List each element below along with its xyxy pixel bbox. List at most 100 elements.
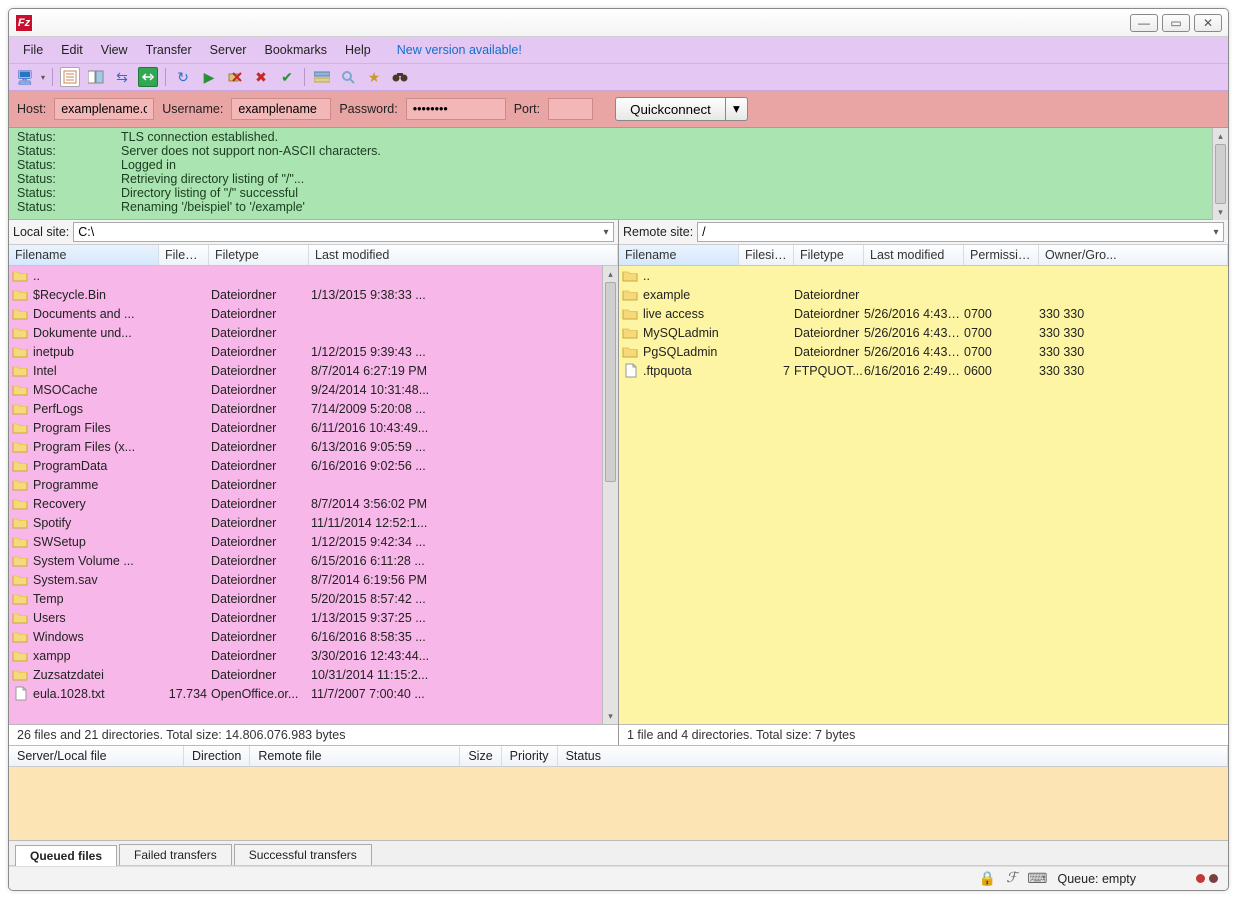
list-item[interactable]: RecoveryDateiordner8/7/2014 3:56:02 PM xyxy=(9,494,602,513)
local-scrollbar[interactable]: ▴▾ xyxy=(602,266,618,724)
remote-col-filesize[interactable]: Filesize xyxy=(739,245,794,265)
local-summary: 26 files and 21 directories. Total size:… xyxy=(9,724,618,745)
list-item[interactable]: MySQLadminDateiordner5/26/2016 4:43:...0… xyxy=(619,323,1228,342)
list-item[interactable]: inetpubDateiordner1/12/2015 9:39:43 ... xyxy=(9,342,602,361)
queue-col-remote[interactable]: Remote file xyxy=(250,746,460,766)
tab-successful[interactable]: Successful transfers xyxy=(234,844,372,865)
list-item[interactable]: Program Files (x...Dateiordner6/13/2016 … xyxy=(9,437,602,456)
list-item[interactable]: IntelDateiordner8/7/2014 6:27:19 PM xyxy=(9,361,602,380)
statusbar: 🔒 ℱ ⌨ Queue: empty xyxy=(9,866,1228,890)
queue-area[interactable] xyxy=(9,767,1228,840)
list-item[interactable]: Documents and ...Dateiordner xyxy=(9,304,602,323)
activity-light-icon xyxy=(1209,874,1218,883)
site-manager-icon[interactable]: 🖥 xyxy=(15,67,35,87)
filter-icon[interactable] xyxy=(312,67,332,87)
tab-queued[interactable]: Queued files xyxy=(15,845,117,866)
queue-col-server[interactable]: Server/Local file xyxy=(9,746,184,766)
list-item[interactable]: .ftpquota7FTPQUOT...6/16/2016 2:49:...06… xyxy=(619,361,1228,380)
remote-file-list[interactable]: ..exampleDateiordnerlive accessDateiordn… xyxy=(619,266,1228,724)
list-item[interactable]: xamppDateiordner3/30/2016 12:43:44... xyxy=(9,646,602,665)
remote-col-filetype[interactable]: Filetype xyxy=(794,245,864,265)
new-version-link[interactable]: New version available! xyxy=(389,41,530,59)
list-item[interactable]: exampleDateiordner xyxy=(619,285,1228,304)
list-item[interactable]: live accessDateiordner5/26/2016 4:43:...… xyxy=(619,304,1228,323)
lock-icon[interactable]: 🔒 xyxy=(979,870,996,887)
list-item[interactable]: ProgrammeDateiordner xyxy=(9,475,602,494)
list-item[interactable]: SpotifyDateiordner11/11/2014 12:52:1... xyxy=(9,513,602,532)
port-input[interactable] xyxy=(548,98,593,120)
local-col-filetype[interactable]: Filetype xyxy=(209,245,309,265)
list-item[interactable]: ZuzsatzdateiDateiordner10/31/2014 11:15:… xyxy=(9,665,602,684)
toolbar: 🖥▾ ⇆ ↻ ▶ ✖ ✔ ★ xyxy=(9,64,1228,91)
remote-col-owner[interactable]: Owner/Gro... xyxy=(1039,245,1228,265)
menu-bookmarks[interactable]: Bookmarks xyxy=(256,41,335,59)
list-item[interactable]: PgSQLadminDateiordner5/26/2016 4:43:...0… xyxy=(619,342,1228,361)
username-label: Username: xyxy=(162,102,223,116)
transfer-queue: Server/Local file Direction Remote file … xyxy=(9,746,1228,841)
host-input[interactable] xyxy=(54,98,154,120)
filter-status-icon[interactable]: ℱ xyxy=(1006,870,1017,887)
remote-col-permissions[interactable]: Permissions xyxy=(964,245,1039,265)
process-queue-icon[interactable]: ▶ xyxy=(199,67,219,87)
host-label: Host: xyxy=(17,102,46,116)
quickconnect-history-button[interactable]: ▾ xyxy=(726,97,748,121)
list-item[interactable]: System.savDateiordner8/7/2014 6:19:56 PM xyxy=(9,570,602,589)
menu-view[interactable]: View xyxy=(93,41,136,59)
disconnect-icon[interactable]: ✖ xyxy=(251,67,271,87)
quickconnect-button[interactable]: Quickconnect xyxy=(615,97,726,121)
message-log[interactable]: Status:TLS connection established.Status… xyxy=(9,128,1228,220)
remote-col-modified[interactable]: Last modified xyxy=(864,245,964,265)
minimize-button[interactable]: — xyxy=(1130,14,1158,32)
search-icon[interactable] xyxy=(338,67,358,87)
menu-help[interactable]: Help xyxy=(337,41,379,59)
binoculars-icon[interactable] xyxy=(390,67,410,87)
list-item[interactable]: WindowsDateiordner6/16/2016 8:58:35 ... xyxy=(9,627,602,646)
refresh-icon[interactable]: ↻ xyxy=(173,67,193,87)
remote-summary: 1 file and 4 directories. Total size: 7 … xyxy=(619,724,1228,745)
menu-transfer[interactable]: Transfer xyxy=(138,41,200,59)
keyboard-icon[interactable]: ⌨ xyxy=(1027,870,1047,887)
menu-file[interactable]: File xyxy=(15,41,51,59)
local-col-filesize[interactable]: Filesize xyxy=(159,245,209,265)
list-item[interactable]: System Volume ...Dateiordner6/15/2016 6:… xyxy=(9,551,602,570)
local-file-list[interactable]: ..$Recycle.BinDateiordner1/13/2015 9:38:… xyxy=(9,266,602,724)
queue-col-direction[interactable]: Direction xyxy=(184,746,250,766)
maximize-button[interactable]: ▭ xyxy=(1162,14,1190,32)
list-item[interactable]: MSOCacheDateiordner9/24/2014 10:31:48... xyxy=(9,380,602,399)
list-item[interactable]: SWSetupDateiordner1/12/2015 9:42:34 ... xyxy=(9,532,602,551)
list-item[interactable]: Dokumente und...Dateiordner xyxy=(9,323,602,342)
list-item[interactable]: eula.1028.txt17.734OpenOffice.or...11/7/… xyxy=(9,684,602,703)
sync-browsing-icon[interactable]: ⇆ xyxy=(112,67,132,87)
list-item[interactable]: Program FilesDateiordner6/11/2016 10:43:… xyxy=(9,418,602,437)
queue-col-status[interactable]: Status xyxy=(558,746,1228,766)
queue-col-priority[interactable]: Priority xyxy=(502,746,558,766)
username-input[interactable] xyxy=(231,98,331,120)
list-item[interactable]: .. xyxy=(619,266,1228,285)
list-item[interactable]: $Recycle.BinDateiordner1/13/2015 9:38:33… xyxy=(9,285,602,304)
reconnect-icon[interactable]: ✔ xyxy=(277,67,297,87)
list-item[interactable]: .. xyxy=(9,266,602,285)
queue-col-size[interactable]: Size xyxy=(460,746,501,766)
list-item[interactable]: PerfLogsDateiordner7/14/2009 5:20:08 ... xyxy=(9,399,602,418)
list-item[interactable]: UsersDateiordner1/13/2015 9:37:25 ... xyxy=(9,608,602,627)
toggle-tree-icon[interactable] xyxy=(86,67,106,87)
close-button[interactable]: ✕ xyxy=(1194,14,1222,32)
menu-edit[interactable]: Edit xyxy=(53,41,91,59)
password-input[interactable] xyxy=(406,98,506,120)
list-item[interactable]: ProgramDataDateiordner6/16/2016 9:02:56 … xyxy=(9,456,602,475)
local-col-modified[interactable]: Last modified xyxy=(309,245,618,265)
remote-path-input[interactable] xyxy=(697,222,1224,242)
log-scrollbar[interactable]: ▴▾ xyxy=(1212,128,1228,220)
menu-server[interactable]: Server xyxy=(202,41,255,59)
application-window: Fz — ▭ ✕ File Edit View Transfer Server … xyxy=(8,8,1229,891)
list-item[interactable]: TempDateiordner5/20/2015 8:57:42 ... xyxy=(9,589,602,608)
port-label: Port: xyxy=(514,102,540,116)
remote-col-filename[interactable]: Filename xyxy=(619,245,739,265)
tab-failed[interactable]: Failed transfers xyxy=(119,844,232,865)
toggle-log-icon[interactable] xyxy=(60,67,80,87)
compare-icon[interactable] xyxy=(138,67,158,87)
local-path-input[interactable] xyxy=(73,222,614,242)
bookmark-icon[interactable]: ★ xyxy=(364,67,384,87)
local-col-filename[interactable]: Filename xyxy=(9,245,159,265)
cancel-icon[interactable] xyxy=(225,67,245,87)
